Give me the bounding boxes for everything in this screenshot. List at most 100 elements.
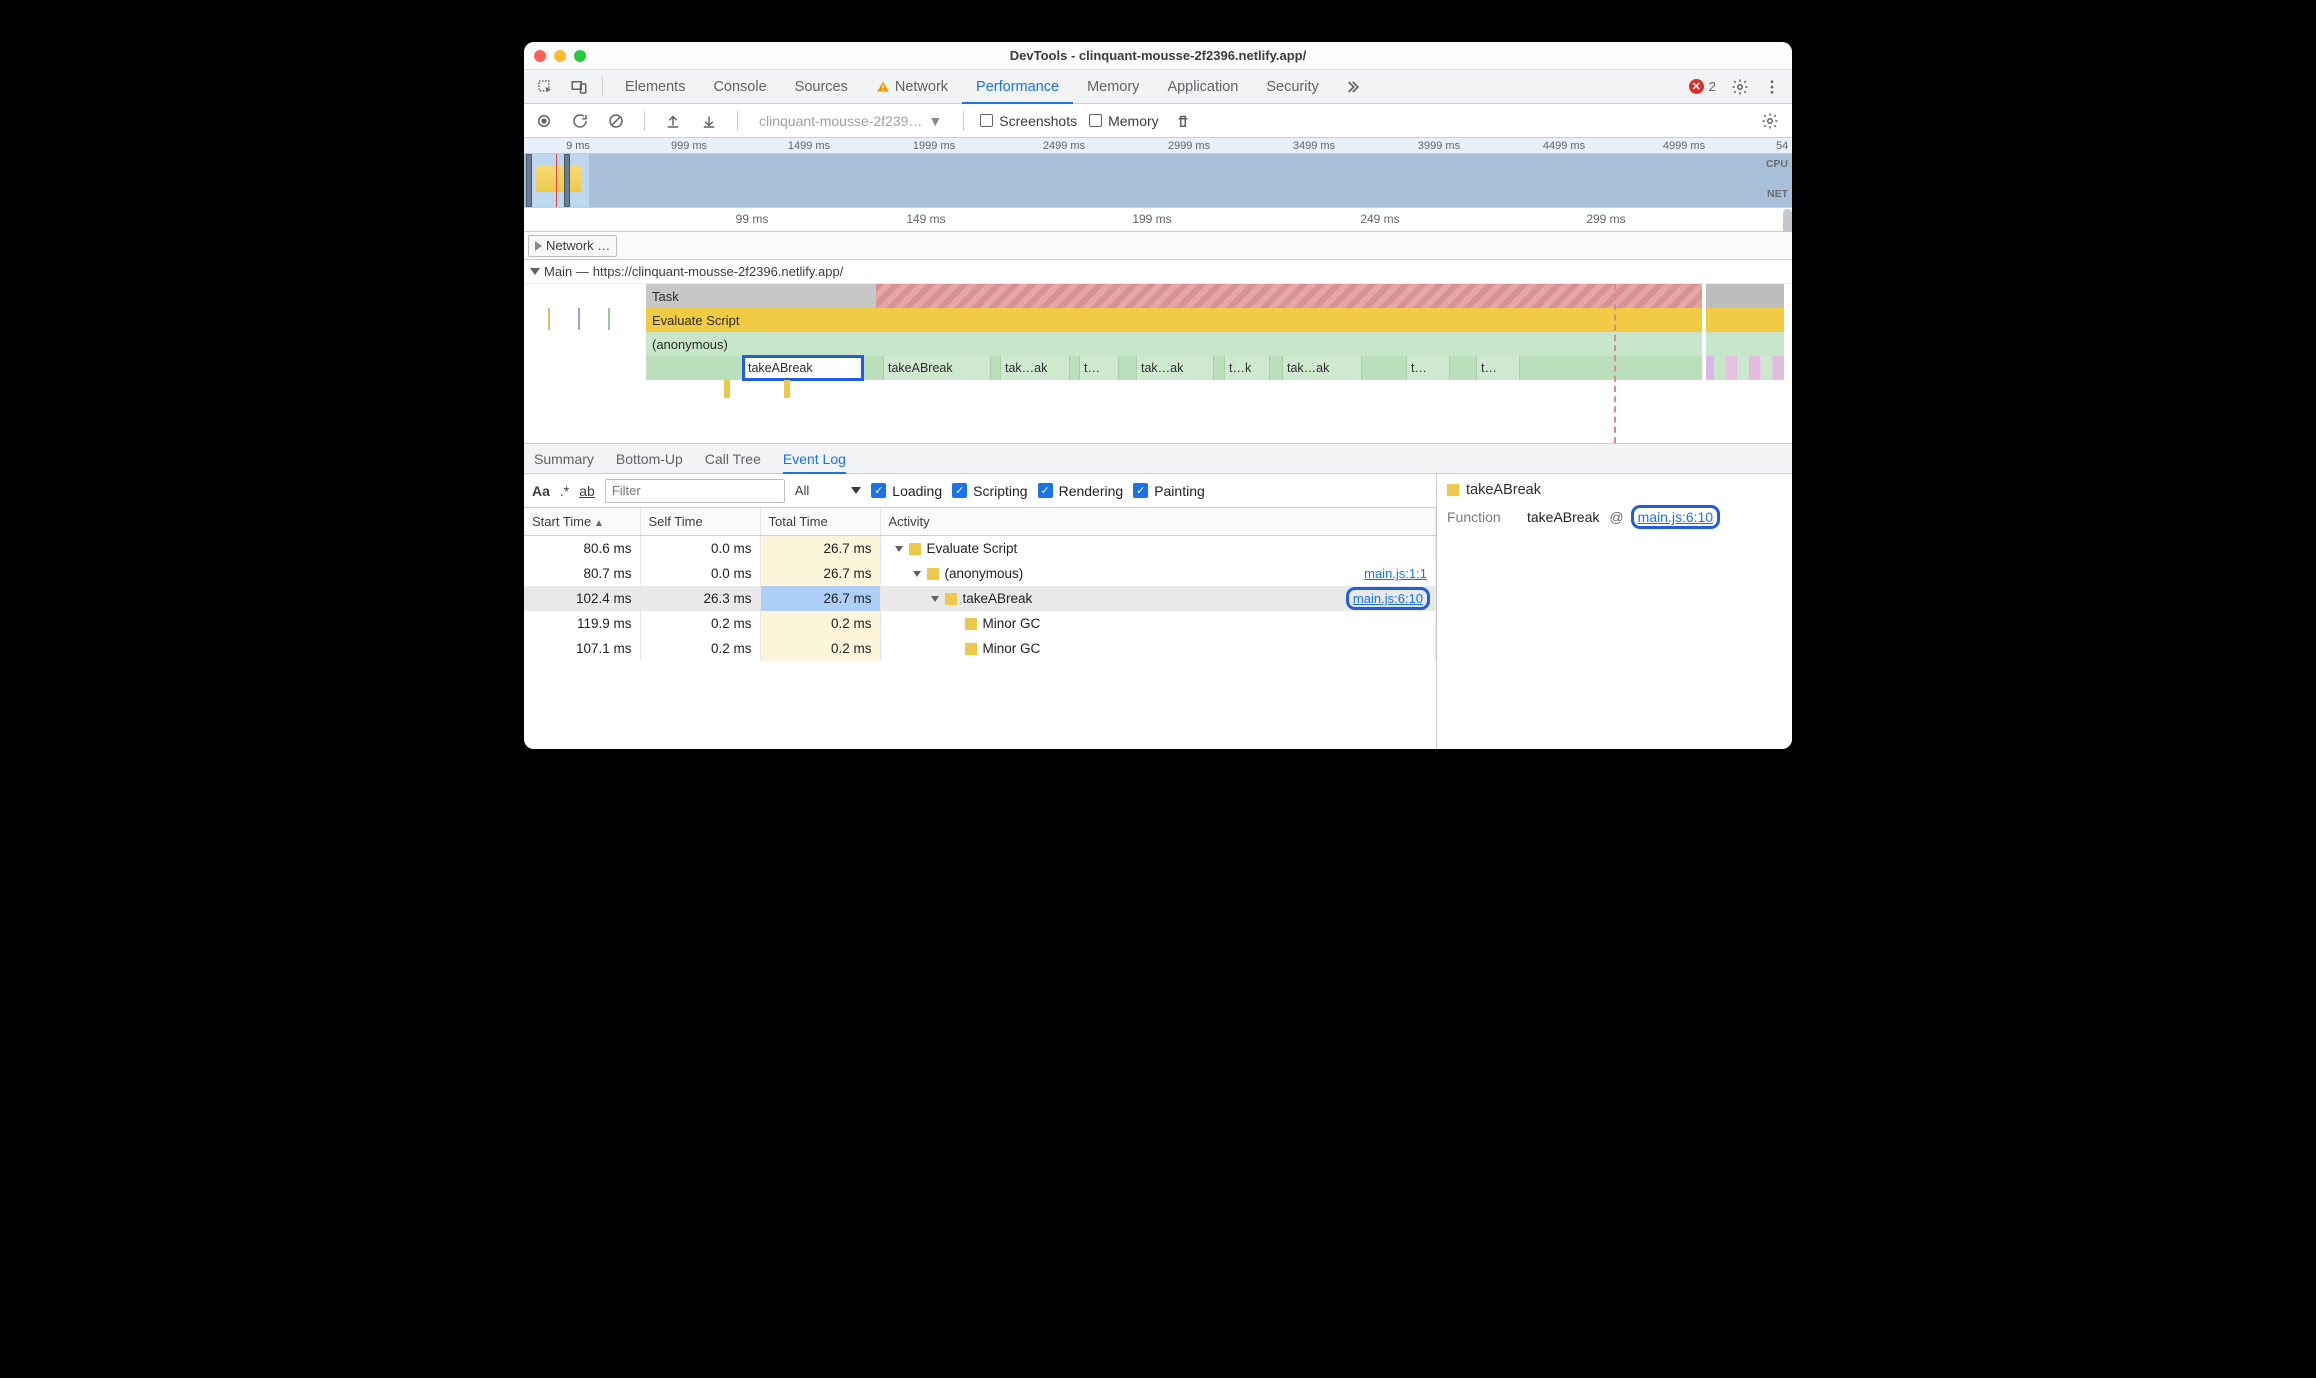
inspect-icon[interactable] xyxy=(530,72,560,102)
overview-handle-right[interactable] xyxy=(564,154,570,207)
disclosure-icon[interactable] xyxy=(913,571,921,577)
overview-marker xyxy=(556,154,557,207)
tab-security[interactable]: Security xyxy=(1252,70,1332,104)
col-totaltime[interactable]: Total Time xyxy=(760,508,880,536)
cell-total: 26.7 ms xyxy=(760,561,880,586)
subtab-eventlog[interactable]: Event Log xyxy=(783,444,846,474)
source-link[interactable]: main.js:6:10 xyxy=(1349,590,1427,607)
regex-toggle[interactable]: .* xyxy=(560,483,569,499)
detail-title-text: takeABreak xyxy=(1466,482,1541,498)
filter-painting[interactable]: ✓Painting xyxy=(1133,483,1205,499)
subtab-calltree[interactable]: Call Tree xyxy=(705,444,761,474)
tab-performance[interactable]: Performance xyxy=(962,70,1073,104)
cell-self: 0.2 ms xyxy=(640,611,760,636)
screenshots-checkbox[interactable]: Screenshots xyxy=(980,113,1077,129)
flame-call[interactable]: tak…ak xyxy=(1136,356,1214,380)
cell-start: 119.9 ms xyxy=(524,611,640,636)
filter-input[interactable] xyxy=(605,479,785,503)
overview-cpu-label: CPU xyxy=(1766,158,1788,170)
flame-call[interactable]: takeABreak xyxy=(883,356,991,380)
network-track-label[interactable]: Network … xyxy=(528,235,617,257)
device-icon[interactable] xyxy=(564,72,594,102)
flame-bar-evaluate[interactable]: Evaluate Script xyxy=(646,308,1702,332)
flame-call[interactable]: t… xyxy=(1406,356,1450,380)
upload-icon[interactable] xyxy=(661,109,685,133)
flame-call-selected[interactable]: takeABreak xyxy=(743,356,863,380)
subtab-summary[interactable]: Summary xyxy=(534,444,594,474)
profile-selector[interactable]: clinquant-mousse-2f239… ▼ xyxy=(754,110,947,132)
table-row[interactable]: 107.1 ms0.2 ms0.2 msMinor GC xyxy=(524,636,1436,661)
gc-icon[interactable] xyxy=(1171,109,1195,133)
flame-call[interactable]: tak…ak xyxy=(1282,356,1362,380)
table-row[interactable]: 119.9 ms0.2 ms0.2 msMinor GC xyxy=(524,611,1436,636)
flame-anonymous-label: (anonymous) xyxy=(652,337,728,352)
ruler-tick: 149 ms xyxy=(906,212,945,226)
disclosure-icon xyxy=(530,268,540,275)
col-selftime[interactable]: Self Time xyxy=(640,508,760,536)
case-toggle[interactable]: Aa xyxy=(532,483,550,499)
disclosure-icon[interactable] xyxy=(931,596,939,602)
filter-painting-label: Painting xyxy=(1154,483,1205,499)
wholeword-toggle[interactable]: ab xyxy=(579,483,595,499)
filter-duration-select[interactable]: All xyxy=(795,483,861,498)
checkbox-icon xyxy=(1089,114,1102,127)
flame-gc-bar[interactable] xyxy=(724,380,730,398)
overview-handle-left[interactable] xyxy=(526,154,532,207)
record-icon[interactable] xyxy=(532,109,556,133)
subtab-bottomup[interactable]: Bottom-Up xyxy=(616,444,683,474)
table-row[interactable]: 80.7 ms0.0 ms26.7 ms(anonymous)main.js:1… xyxy=(524,561,1436,586)
time-cursor xyxy=(1614,284,1616,443)
filter-rendering[interactable]: ✓Rendering xyxy=(1038,483,1124,499)
flame-gc-bar[interactable] xyxy=(784,380,790,398)
reload-icon[interactable] xyxy=(568,109,592,133)
tab-sources[interactable]: Sources xyxy=(781,70,862,104)
tab-elements[interactable]: Elements xyxy=(611,70,699,104)
tab-memory[interactable]: Memory xyxy=(1073,70,1153,104)
flame-chart[interactable]: Task Evaluate Script (anonymous) takeABr… xyxy=(524,284,1792,444)
activity-label: Minor GC xyxy=(983,641,1041,656)
overview-tick: 3999 ms xyxy=(1418,140,1460,152)
filter-loading[interactable]: ✓Loading xyxy=(871,483,942,499)
checkbox-icon: ✓ xyxy=(1038,483,1053,498)
clear-icon[interactable] xyxy=(604,109,628,133)
settings-gear-icon[interactable] xyxy=(1726,72,1754,102)
flame-call[interactable]: t… xyxy=(1476,356,1520,380)
table-row[interactable]: 80.6 ms0.0 ms26.7 msEvaluate Script xyxy=(524,536,1436,562)
detail-ruler[interactable]: 99 ms 149 ms 199 ms 249 ms 299 ms xyxy=(524,208,1792,232)
disclosure-icon[interactable] xyxy=(895,546,903,552)
col-activity[interactable]: Activity xyxy=(880,508,1436,536)
flame-evaluate-label: Evaluate Script xyxy=(652,313,739,328)
memory-checkbox[interactable]: Memory xyxy=(1089,113,1159,129)
overview-tick: 1999 ms xyxy=(913,140,955,152)
flame-call[interactable]: t… xyxy=(1079,356,1119,380)
tab-network[interactable]: Network xyxy=(862,70,962,104)
tab-console[interactable]: Console xyxy=(699,70,780,104)
detail-source-link[interactable]: main.js:6:10 xyxy=(1634,508,1717,526)
overview-body[interactable] xyxy=(524,154,1792,207)
filter-scripting[interactable]: ✓Scripting xyxy=(952,483,1027,499)
activity-label: Evaluate Script xyxy=(927,541,1018,556)
flame-call[interactable]: t…k xyxy=(1224,356,1270,380)
screenshots-label: Screenshots xyxy=(999,113,1077,129)
eventlog-table: Start Time Self Time Total Time Activity… xyxy=(524,508,1436,661)
source-link[interactable]: main.js:1:1 xyxy=(1364,566,1427,581)
network-track[interactable]: Network … xyxy=(524,232,1792,260)
col-starttime[interactable]: Start Time xyxy=(524,508,640,536)
flame-bar-task[interactable]: Task xyxy=(646,284,1702,308)
tab-application[interactable]: Application xyxy=(1153,70,1252,104)
flame-call[interactable]: tak…ak xyxy=(1000,356,1070,380)
filter-loading-label: Loading xyxy=(892,483,942,499)
capture-settings-icon[interactable] xyxy=(1756,106,1784,136)
flame-bar-anonymous[interactable]: (anonymous) xyxy=(646,332,1702,356)
detail-function-row: Function takeABreak @ main.js:6:10 xyxy=(1447,508,1782,526)
download-icon[interactable] xyxy=(697,109,721,133)
table-row[interactable]: 102.4 ms26.3 ms26.7 mstakeABreakmain.js:… xyxy=(524,586,1436,611)
ov-shade xyxy=(589,154,1792,207)
overview-timeline[interactable]: 9 ms 999 ms 1499 ms 1999 ms 2499 ms 2999… xyxy=(524,138,1792,208)
error-badge[interactable]: ✕ 2 xyxy=(1683,79,1722,94)
bottom-panel: Summary Bottom-Up Call Tree Event Log Aa… xyxy=(524,444,1792,749)
rs-anon xyxy=(1706,332,1784,356)
more-menu-icon[interactable] xyxy=(1758,72,1786,102)
more-tabs-button[interactable] xyxy=(1337,72,1367,102)
main-track-header[interactable]: Main — https://clinquant-mousse-2f2396.n… xyxy=(524,260,1792,284)
